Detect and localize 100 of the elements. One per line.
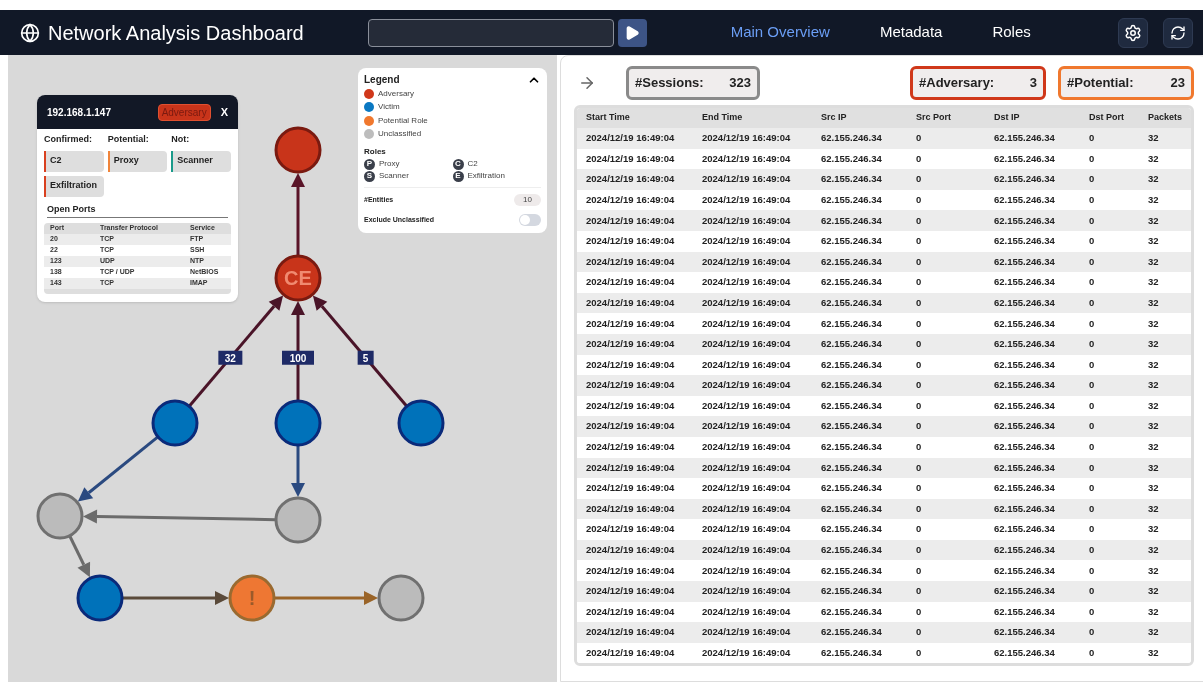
table-cell-text: 0 <box>1089 419 1096 434</box>
table-cell-text: 32 <box>1148 357 1160 372</box>
nav-tab[interactable]: Roles <box>992 21 1031 44</box>
table-cell-text: 2024/12/19 16:49:04 <box>702 440 792 455</box>
role-label: Scanner <box>379 170 409 182</box>
table-cell-text: 2024/12/19 16:49:04 <box>586 275 676 290</box>
role-tag: Exfiltration <box>44 175 104 197</box>
graph-node[interactable] <box>151 399 199 447</box>
table-cell-text: 2024/12/19 16:49:04 <box>586 316 676 331</box>
table-cell-text: 2024/12/19 16:49:04 <box>586 213 676 228</box>
graph-node[interactable] <box>274 126 322 174</box>
table-cell-text: 62.155.246.34 <box>994 357 1056 372</box>
table-cell-text: 0 <box>916 563 923 578</box>
table-cell-text: 2024/12/19 16:49:04 <box>586 522 676 537</box>
table-cell-text: 32 <box>1148 192 1160 207</box>
table-cell-text: 62.155.246.34 <box>821 357 883 372</box>
role-letter-icon: C <box>452 158 464 170</box>
table-cell-text: 62.155.246.34 <box>821 460 883 475</box>
graph-node[interactable] <box>274 399 322 447</box>
table-cell-text: 2024/12/19 16:49:04 <box>586 625 676 640</box>
table-cell-text: 32 <box>1148 378 1160 393</box>
exclude-toggle[interactable] <box>519 214 541 226</box>
table-cell-text: 0 <box>1089 604 1096 619</box>
table-cell-text: 0 <box>1089 357 1096 372</box>
stat-value: 23 <box>1170 74 1186 93</box>
nav-tab[interactable]: Metadata <box>879 21 943 44</box>
table-cell-text: 62.155.246.34 <box>994 337 1056 352</box>
play-button[interactable] <box>617 18 647 47</box>
column-header: Dst IP <box>994 111 1021 125</box>
table-cell-text: 0 <box>916 234 923 249</box>
table-cell-text: 62.155.246.34 <box>821 604 883 619</box>
graph-node[interactable] <box>76 574 124 622</box>
table-cell-text: 2024/12/19 16:49:04 <box>702 151 792 166</box>
legend-label: Adversary <box>378 87 414 100</box>
table-cell-text: 32 <box>1148 254 1160 269</box>
table-cell-text: 62.155.246.34 <box>994 275 1056 290</box>
table-cell-text: 2024/12/19 16:49:04 <box>702 398 792 413</box>
group-title: Not: <box>171 133 191 146</box>
table-cell-text: 32 <box>1148 501 1160 516</box>
table-cell-text: 62.155.246.34 <box>821 584 883 599</box>
graph-node[interactable] <box>36 492 84 540</box>
table-cell-text: 2024/12/19 16:49:04 <box>586 295 676 310</box>
table-cell-text: 0 <box>1089 172 1096 187</box>
role-label: C2 <box>467 158 478 170</box>
table-cell-text: 0 <box>1089 501 1096 516</box>
table-cell-text: 62.155.246.34 <box>994 543 1056 558</box>
role-label: Exfiltration <box>467 170 505 182</box>
legend-title: Legend <box>364 73 400 87</box>
column-header: Src Port <box>916 111 952 125</box>
table-cell-text: 62.155.246.34 <box>994 213 1056 228</box>
table-cell-text: 0 <box>916 131 923 146</box>
table-cell-text: 2024/12/19 16:49:04 <box>702 316 792 331</box>
search-field[interactable] <box>367 18 614 47</box>
table-cell-text: 32 <box>1148 131 1160 146</box>
table-cell-text: 2024/12/19 16:49:04 <box>586 254 676 269</box>
stat-label: #Sessions: <box>635 74 704 93</box>
table-cell-text: 0 <box>1089 522 1096 537</box>
settings-button[interactable] <box>1118 17 1148 48</box>
column-header: Start Time <box>586 111 631 125</box>
table-cell-text: 2024/12/19 16:49:04 <box>702 357 792 372</box>
table-cell-text: 62.155.246.34 <box>821 440 883 455</box>
table-cell-text: 2024/12/19 16:49:04 <box>586 440 676 455</box>
table-cell-text: 62.155.246.34 <box>994 522 1056 537</box>
close-button[interactable]: X <box>220 103 228 121</box>
table-cell-text: 32 <box>1148 543 1160 558</box>
table-cell-text: 62.155.246.34 <box>821 275 883 290</box>
table-cell-text: 2024/12/19 16:49:04 <box>586 357 676 372</box>
table-cell-text: 32 <box>1148 625 1160 640</box>
table-cell-text: 2024/12/19 16:49:04 <box>702 192 792 207</box>
role-letter-icon: P <box>364 158 375 170</box>
graph-node[interactable] <box>397 399 445 447</box>
table-cell-text: 32 <box>1148 440 1160 455</box>
table-cell-text: 2024/12/19 16:49:04 <box>586 337 676 352</box>
table-cell-text: 32 <box>1148 522 1160 537</box>
settings-icon <box>1124 23 1142 42</box>
table-cell-text: 0 <box>1089 275 1096 290</box>
table-cell-text: 2024/12/19 16:49:04 <box>586 234 676 249</box>
refresh-button[interactable] <box>1163 17 1193 48</box>
table-cell-text: 0 <box>916 192 923 207</box>
table-cell-text: 62.155.246.34 <box>994 295 1056 310</box>
table-cell-text: 32 <box>1148 398 1160 413</box>
table-cell-text: 2024/12/19 16:49:04 <box>702 213 792 228</box>
table-cell-text: 2024/12/19 16:49:04 <box>586 543 676 558</box>
edge-label: 100 <box>282 350 314 365</box>
legend-label: Potential Role <box>378 114 428 127</box>
table-cell-text: 0 <box>1089 151 1096 166</box>
table-cell-text: 0 <box>1089 584 1096 599</box>
table-cell-text: 62.155.246.34 <box>994 398 1056 413</box>
stat-value: 323 <box>729 74 751 93</box>
edge-label: 5 <box>357 350 374 365</box>
table-cell-text: 2024/12/19 16:49:04 <box>702 131 792 146</box>
roles-title: Roles <box>364 146 387 158</box>
nav-tab[interactable]: Main Overview <box>730 21 830 44</box>
graph-node[interactable] <box>274 496 322 544</box>
table-cell-text: 2024/12/19 16:49:04 <box>586 151 676 166</box>
table-cell-text: 2024/12/19 16:49:04 <box>586 646 676 660</box>
table-cell-text: 0 <box>916 254 923 269</box>
graph-node[interactable] <box>377 574 425 622</box>
table-cell-text: 62.155.246.34 <box>821 172 883 187</box>
table-cell-text: 62.155.246.34 <box>821 295 883 310</box>
